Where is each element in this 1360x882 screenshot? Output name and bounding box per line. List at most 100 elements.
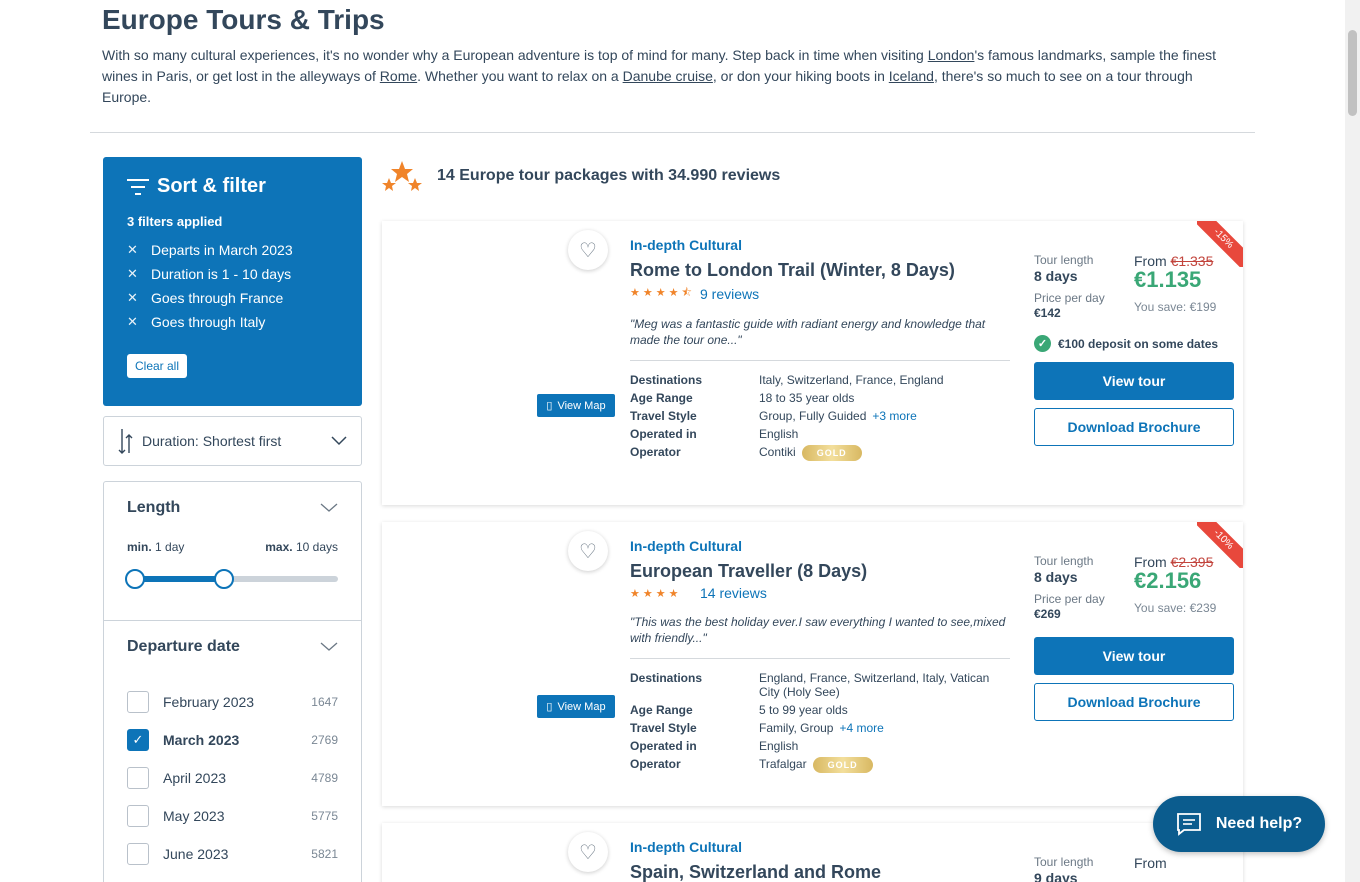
slider-range xyxy=(135,576,225,582)
tour-details: Destinations Italy, Switzerland, France, … xyxy=(630,360,1010,461)
star-rating-icon: ★★★★⯪ xyxy=(630,287,695,299)
page-title: Europe Tours & Trips xyxy=(102,4,385,35)
view-map-button[interactable]: ▯ View Map xyxy=(537,695,615,718)
tour-style: In-depth Cultural xyxy=(630,538,742,554)
travel-style-value: Group, Fully Guided xyxy=(759,409,867,423)
star-rating-icon: ★★★★ xyxy=(630,587,682,600)
review-quote: "This was the best holiday ever.I saw ev… xyxy=(630,615,1006,645)
departure-header[interactable]: Departure date xyxy=(104,621,361,673)
active-filter[interactable]: ✕ Duration is 1 - 10 days xyxy=(127,262,338,286)
view-map-button[interactable]: ▯ View Map xyxy=(537,394,615,417)
gold-badge: GOLD xyxy=(812,757,873,773)
checkbox[interactable] xyxy=(127,767,149,789)
heart-icon[interactable]: ♡ xyxy=(568,230,608,270)
travel-style-more-link[interactable]: +4 more xyxy=(839,721,883,735)
reviews-link[interactable]: 9 reviews xyxy=(700,286,759,302)
month-option[interactable]: ✓ March 2023 2769 xyxy=(127,721,338,759)
divider xyxy=(90,132,1255,133)
month-option[interactable]: April 2023 4789 xyxy=(127,759,338,797)
tour-length-value: 9 days xyxy=(1034,870,1078,882)
price-per-day-value: €142 xyxy=(1034,306,1061,320)
checkbox[interactable] xyxy=(127,691,149,713)
heart-icon[interactable]: ♡ xyxy=(568,832,608,872)
length-header[interactable]: Length xyxy=(104,482,361,534)
rome-link[interactable]: Rome xyxy=(380,68,417,84)
page-scrollbar[interactable] xyxy=(1345,0,1360,882)
operator-value[interactable]: Trafalgar xyxy=(759,757,807,771)
tour-style: In-depth Cultural xyxy=(630,839,742,855)
tour-card[interactable]: ♡ ▯ View Map -15% In-depth Cultural Rome … xyxy=(382,221,1243,505)
chevron-down-icon xyxy=(320,503,338,512)
active-filter[interactable]: ✕ Goes through Italy xyxy=(127,310,338,334)
map-icon: ▯ xyxy=(546,701,553,713)
chevron-down-icon xyxy=(320,642,338,651)
close-icon[interactable]: ✕ xyxy=(127,314,151,330)
close-icon[interactable]: ✕ xyxy=(127,266,151,282)
danube-cruise-link[interactable]: Danube cruise xyxy=(623,68,713,84)
current-price: €2.156 xyxy=(1134,568,1202,593)
age-range-value: 5 to 99 year olds xyxy=(759,703,848,717)
gold-badge: GOLD xyxy=(801,445,862,461)
tour-name[interactable]: Rome to London Trail (Winter, 8 Days) xyxy=(630,260,1010,281)
month-option[interactable]: February 2023 1647 xyxy=(127,683,338,721)
chevron-down-icon xyxy=(331,436,347,446)
slider-min-handle[interactable] xyxy=(125,569,145,589)
sort-arrows-icon xyxy=(118,429,133,454)
tour-name[interactable]: Spain, Switzerland and Rome xyxy=(630,862,1010,882)
savings: You save: €199 xyxy=(1134,300,1217,314)
stars-icon xyxy=(382,161,422,191)
sort-filter-panel: Sort & filter 3 filters applied ✕ Departs… xyxy=(103,157,362,406)
tour-info: In-depth Cultural European Traveller (8 … xyxy=(630,538,1010,777)
tour-info: In-depth Cultural Spain, Switzerland and… xyxy=(630,839,1010,882)
sort-dropdown[interactable]: Duration: Shortest first xyxy=(103,416,362,466)
view-tour-button[interactable]: View tour xyxy=(1034,637,1234,675)
heart-icon[interactable]: ♡ xyxy=(568,531,608,571)
view-tour-button[interactable]: View tour xyxy=(1034,362,1234,400)
london-link[interactable]: London xyxy=(928,47,975,63)
need-help-button[interactable]: Need help? xyxy=(1153,796,1325,852)
close-icon[interactable]: ✕ xyxy=(127,290,151,306)
tour-rating: ★★★★ 14 reviews xyxy=(630,585,1010,601)
tour-info: In-depth Cultural Rome to London Trail (… xyxy=(630,237,1010,465)
close-icon[interactable]: ✕ xyxy=(127,242,151,258)
language-value: English xyxy=(759,739,799,753)
slider-max-handle[interactable] xyxy=(214,569,234,589)
clear-all-button[interactable]: Clear all xyxy=(127,354,188,378)
length-slider[interactable] xyxy=(125,569,338,589)
active-filter[interactable]: ✕ Departs in March 2023 xyxy=(127,238,338,262)
filters-applied-count: 3 filters applied xyxy=(127,214,223,229)
length-filter: Length min. 1 day max. 10 days xyxy=(103,481,362,621)
chat-icon xyxy=(1176,813,1201,836)
deposit-note: ✓ €100 deposit on some dates xyxy=(1034,335,1218,352)
download-brochure-button[interactable]: Download Brochure xyxy=(1034,683,1234,721)
tour-card[interactable]: ♡ In-depth Cultural Spain, Switzerland a… xyxy=(382,823,1243,882)
checkbox-checked[interactable]: ✓ xyxy=(127,729,149,751)
tour-length-value: 8 days xyxy=(1034,268,1078,284)
tour-card[interactable]: ♡ ▯ View Map -10% In-depth Cultural Europ… xyxy=(382,522,1243,806)
language-value: English xyxy=(759,427,799,441)
month-option[interactable]: June 2023 5821 xyxy=(127,835,338,873)
iceland-link[interactable]: Iceland xyxy=(889,68,934,84)
review-quote: "Meg was a fantastic guide with radiant … xyxy=(630,317,986,347)
download-brochure-button[interactable]: Download Brochure xyxy=(1034,408,1234,446)
departure-filter: Departure date February 2023 1647 ✓ March … xyxy=(103,620,362,882)
map-icon: ▯ xyxy=(546,400,553,412)
from-price: From xyxy=(1134,855,1167,871)
operator-value[interactable]: Contiki xyxy=(759,445,796,459)
active-filter[interactable]: ✕ Goes through France xyxy=(127,286,338,310)
reviews-link[interactable]: 14 reviews xyxy=(700,585,767,601)
price-per-day-value: €269 xyxy=(1034,607,1061,621)
checkbox[interactable] xyxy=(127,805,149,827)
destinations-value: England, France, Switzerland, Italy, Vat… xyxy=(759,671,990,699)
scrollbar-thumb[interactable] xyxy=(1348,30,1357,116)
checkbox[interactable] xyxy=(127,843,149,865)
tour-rating: ★★★★⯪ 9 reviews xyxy=(630,284,1010,303)
length-minmax: min. 1 day max. 10 days xyxy=(104,540,361,554)
tour-length-value: 8 days xyxy=(1034,569,1078,585)
length-max: max. 10 days xyxy=(265,540,338,554)
tour-name[interactable]: European Traveller (8 Days) xyxy=(630,561,1010,582)
destinations-value: Italy, Switzerland, France, England xyxy=(759,373,944,387)
travel-style-more-link[interactable]: +3 more xyxy=(872,409,916,423)
active-filters-list: ✕ Departs in March 2023 ✕ Duration is 1 - … xyxy=(127,238,338,334)
month-option[interactable]: May 2023 5775 xyxy=(127,797,338,835)
